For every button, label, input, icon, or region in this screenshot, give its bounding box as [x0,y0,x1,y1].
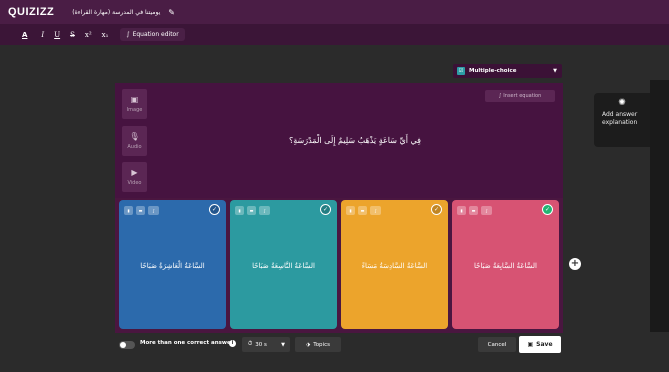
italic-button[interactable]: I [41,31,44,39]
cancel-button[interactable]: Cancel [478,337,516,352]
quiz-title[interactable]: يوميتنا في المدرسة (مهارة القراءة) [72,9,160,16]
multiple-correct-toggle[interactable] [119,341,135,349]
chevron-down-icon: ▼ [553,68,557,74]
answer-tools: ▮ ▬ ∫ [235,206,270,215]
add-image-button[interactable]: ▣ Image [122,89,147,119]
strikethrough-button[interactable]: S [70,31,75,39]
answer-option-4[interactable]: ▮ ▬ ∫ ✓ السَّاعَةُ السَّابِعَةُ صَبَاحًا [452,200,559,329]
answer-tools: ▮ ▬ ∫ [457,206,492,215]
correct-answer-toggle[interactable]: ✓ [542,204,553,215]
equation-icon[interactable]: ∫ [259,206,270,215]
pencil-icon[interactable]: ✎ [168,8,175,17]
trash-icon[interactable]: ▬ [247,206,256,215]
image-icon: ▣ [130,95,139,104]
answer-tools: ▮ ▬ ∫ [346,206,381,215]
correct-answer-toggle[interactable]: ✓ [320,204,331,215]
format-toolbar: A I U S x² x₁ ∫ Equation editor [0,24,669,45]
image-icon[interactable]: ▮ [457,206,466,215]
answer-option-3[interactable]: ▮ ▬ ∫ ✓ السَّاعَةُ السَّادِسَةُ مَسَاءً [341,200,448,329]
answer-option-1[interactable]: ▮ ▬ ∫ ✓ السَّاعَةُ الْعَاشِرَةُ صَبَاحًا [119,200,226,329]
save-label: Save [536,341,553,348]
multiple-correct-label: More than one correct answer [140,340,234,346]
add-answer-explanation-label: Add answer explanation [602,111,638,126]
trash-icon[interactable]: ▬ [469,206,478,215]
image-icon[interactable]: ▮ [235,206,244,215]
answer-text[interactable]: السَّاعَةُ الْعَاشِرَةُ صَبَاحًا [119,262,226,270]
question-type-label: Multiple-choice [469,68,517,74]
image-icon[interactable]: ▮ [346,206,355,215]
correct-answer-toggle[interactable]: ✓ [209,204,220,215]
superscript-button[interactable]: x² [85,31,92,39]
question-text[interactable]: فِي أَيِّ سَاعَةٍ يَذْهَبُ سَلِيمٌ إِلَى… [225,136,485,145]
equation-editor-label: Equation editor [132,31,179,38]
trash-icon[interactable]: ▬ [358,206,367,215]
time-limit-select[interactable]: ⏱ 30 s ▼ [242,337,290,352]
add-answer-button[interactable]: + [569,258,581,270]
question-editor: ▣ Image 🎙 Audio ▶ Video ∫ Insert equatio… [115,83,563,333]
timer-icon: ⏱ [248,341,253,347]
equation-icon: ∫ [126,31,130,38]
answer-option-2[interactable]: ▮ ▬ ∫ ✓ السَّاعَةُ التَّاسِعَةُ صَبَاحًا [230,200,337,329]
image-icon[interactable]: ▮ [124,206,133,215]
info-icon[interactable]: i [229,340,236,347]
text-color-button[interactable]: A [22,31,27,39]
lightbulb-icon: ✺ [618,98,626,108]
toggle-knob [120,342,126,348]
trash-icon[interactable]: ▬ [136,206,145,215]
quizizz-logo[interactable]: QUIZIZZ [8,6,54,18]
add-answer-explanation-button[interactable]: ✺ Add answer explanation [594,93,650,147]
floppy-disk-icon: ▣ [527,341,534,348]
audio-label: Audio [127,144,142,150]
question-type-select[interactable]: ☑ Multiple-choice ▼ [453,64,562,78]
equation-icon[interactable]: ∫ [148,206,159,215]
top-bar: QUIZIZZ يوميتنا في المدرسة (مهارة القراء… [0,0,669,24]
subscript-button[interactable]: x₁ [102,31,109,39]
insert-equation-label: Insert equation [503,93,542,99]
topics-button[interactable]: ⬗ Topics [295,337,341,352]
answer-text[interactable]: السَّاعَةُ السَّادِسَةُ مَسَاءً [341,262,448,270]
equation-icon: ∫ [498,93,502,99]
chevron-down-icon: ▼ [281,341,285,348]
multiple-choice-icon: ☑ [457,67,465,75]
answer-text[interactable]: السَّاعَةُ السَّابِعَةُ صَبَاحًا [452,262,559,270]
equation-icon[interactable]: ∫ [481,206,492,215]
video-icon: ▶ [131,168,138,177]
question-area: ▣ Image 🎙 Audio ▶ Video ∫ Insert equatio… [115,83,563,198]
answer-tools: ▮ ▬ ∫ [124,206,159,215]
insert-equation-button[interactable]: ∫ Insert equation [485,90,555,102]
tag-icon: ⬗ [306,341,311,348]
add-video-button[interactable]: ▶ Video [122,162,147,192]
add-audio-button[interactable]: 🎙 Audio [122,126,147,156]
cancel-label: Cancel [487,341,507,348]
equation-editor-button[interactable]: ∫ Equation editor [120,28,185,41]
video-label: Video [127,180,142,186]
microphone-icon: 🎙 [129,132,140,141]
underline-button[interactable]: U [54,31,60,39]
image-label: Image [126,107,143,113]
topics-label: Topics [313,341,330,348]
save-button[interactable]: ▣ Save [519,336,561,353]
answer-text[interactable]: السَّاعَةُ التَّاسِعَةُ صَبَاحًا [230,262,337,270]
equation-icon[interactable]: ∫ [370,206,381,215]
time-limit-value: 30 s [255,341,267,348]
right-panel-strip [650,80,669,332]
correct-answer-toggle[interactable]: ✓ [431,204,442,215]
